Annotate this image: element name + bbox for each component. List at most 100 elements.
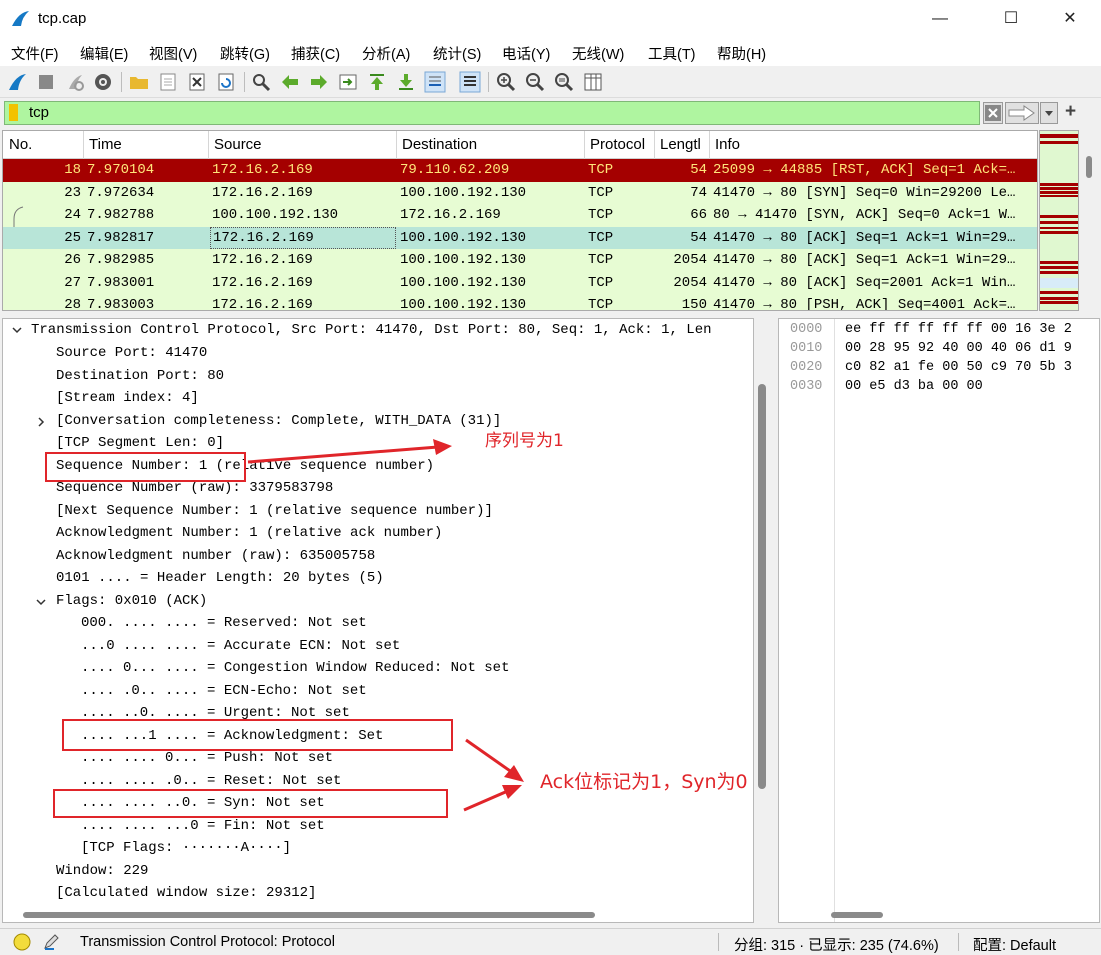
flag-fin-field[interactable]: .... .... ...0 = Fin: Not set: [81, 816, 325, 836]
collapse-chevron-icon[interactable]: [11, 324, 23, 336]
go-back-icon[interactable]: [279, 71, 301, 93]
colorize-icon[interactable]: [459, 71, 481, 93]
filter-bookmark-icon[interactable]: [9, 104, 18, 121]
save-file-icon[interactable]: [157, 71, 179, 93]
menu-capture[interactable]: 捕获(C): [291, 43, 340, 64]
zoom-out-icon[interactable]: [524, 71, 546, 93]
column-separator[interactable]: [208, 131, 209, 159]
menu-tools[interactable]: 工具(T): [648, 43, 696, 64]
capture-options-icon[interactable]: [92, 71, 114, 93]
find-packet-icon[interactable]: [250, 71, 272, 93]
minimize-button[interactable]: —: [925, 6, 955, 32]
destination-port-field[interactable]: Destination Port: 80: [56, 366, 224, 386]
packet-info: 41470 → 80 [SYN] Seq=0 Win=29200 Le…: [713, 184, 1016, 201]
column-separator[interactable]: [709, 131, 710, 159]
column-separator[interactable]: [83, 131, 84, 159]
packet-list: No. Time Source Destination Protocol Len…: [2, 130, 1038, 311]
tcp-protocol-tree-item[interactable]: Transmission Control Protocol, Src Port:…: [31, 320, 712, 340]
column-no[interactable]: No.: [9, 136, 32, 153]
flag-accurate-ecn-field[interactable]: ...0 .... .... = Accurate ECN: Not set: [81, 636, 400, 656]
stream-index-field[interactable]: [Stream index: 4]: [56, 388, 199, 408]
menu-file[interactable]: 文件(F): [11, 43, 59, 64]
flag-reserved-field[interactable]: 000. .... .... = Reserved: Not set: [81, 613, 367, 633]
packet-row[interactable]: 24 7.982788 100.100.192.130 172.16.2.169…: [3, 204, 1037, 227]
go-to-packet-icon[interactable]: [337, 71, 359, 93]
menu-statistics[interactable]: 统计(S): [433, 43, 481, 64]
add-filter-button[interactable]: +: [1065, 101, 1076, 123]
packet-row[interactable]: 27 7.983001 172.16.2.169 100.100.192.130…: [3, 271, 1037, 294]
window-field[interactable]: Window: 229: [56, 861, 148, 881]
hex-bytes[interactable]: c0 82 a1 fe 00 50 c9 70 5b 3: [845, 358, 1072, 378]
close-button[interactable]: ✕: [1055, 6, 1085, 32]
close-file-icon[interactable]: [186, 71, 208, 93]
menu-analyze[interactable]: 分析(A): [362, 43, 410, 64]
column-info[interactable]: Info: [715, 136, 740, 153]
acknowledgment-number-raw-field[interactable]: Acknowledgment number (raw): 635005758: [56, 546, 375, 566]
flags-tree-item[interactable]: Flags: 0x010 (ACK): [56, 591, 207, 611]
open-file-icon[interactable]: [128, 71, 150, 93]
normal-size-icon[interactable]: [553, 71, 575, 93]
autoscroll-icon[interactable]: [424, 71, 446, 93]
menu-telephony[interactable]: 电话(Y): [502, 43, 550, 64]
resize-columns-icon[interactable]: [582, 71, 604, 93]
header-length-field[interactable]: 0101 .... = Header Length: 20 bytes (5): [56, 568, 384, 588]
acknowledgment-number-field[interactable]: Acknowledgment Number: 1 (relative ack n…: [56, 523, 442, 543]
packet-list-scrollbar[interactable]: [1080, 130, 1100, 311]
menu-bar: 文件(F) 编辑(E) 视图(V) 跳转(G) 捕获(C) 分析(A) 统计(S…: [0, 38, 1101, 66]
column-separator[interactable]: [654, 131, 655, 159]
column-length[interactable]: Lengtl: [660, 136, 708, 153]
collapse-chevron-icon[interactable]: [35, 596, 47, 608]
display-filter-input[interactable]: tcp: [4, 101, 980, 125]
filter-history-dropdown[interactable]: [1040, 102, 1058, 124]
column-destination[interactable]: Destination: [402, 136, 477, 153]
expert-info-icon[interactable]: [13, 933, 31, 951]
stop-capture-icon[interactable]: [35, 71, 57, 93]
tcp-flags-summary-field[interactable]: [TCP Flags: ·······A····]: [81, 838, 291, 858]
status-profile[interactable]: 配置: Default: [973, 934, 1056, 955]
segment-len-field[interactable]: [TCP Segment Len: 0]: [56, 433, 224, 453]
zoom-in-icon[interactable]: [495, 71, 517, 93]
first-packet-icon[interactable]: [366, 71, 388, 93]
menu-help[interactable]: 帮助(H): [717, 43, 766, 64]
clear-filter-icon[interactable]: [983, 102, 1003, 124]
packet-row[interactable]: 26 7.982985 172.16.2.169 100.100.192.130…: [3, 249, 1037, 272]
flag-ecn-echo-field[interactable]: .... .0.. .... = ECN-Echo: Not set: [81, 681, 367, 701]
details-vscrollbar-thumb[interactable]: [758, 384, 766, 789]
column-time[interactable]: Time: [89, 136, 122, 153]
packet-row-selected[interactable]: 25 7.982817 172.16.2.169 100.100.192.130…: [3, 226, 1037, 249]
flag-push-field[interactable]: .... .... 0... = Push: Not set: [81, 748, 333, 768]
menu-edit[interactable]: 编辑(E): [80, 43, 128, 64]
maximize-button[interactable]: ☐: [996, 6, 1026, 32]
capture-comment-icon[interactable]: [42, 933, 60, 951]
column-source[interactable]: Source: [214, 136, 262, 153]
apply-filter-icon[interactable]: [1005, 102, 1039, 124]
go-forward-icon[interactable]: [308, 71, 330, 93]
column-separator[interactable]: [584, 131, 585, 159]
menu-view[interactable]: 视图(V): [149, 43, 197, 64]
column-protocol[interactable]: Protocol: [590, 136, 645, 153]
hex-bytes[interactable]: 00 28 95 92 40 00 40 06 d1 9: [845, 339, 1072, 359]
flag-reset-field[interactable]: .... .... .0.. = Reset: Not set: [81, 771, 341, 791]
scrollbar-thumb[interactable]: [1086, 156, 1092, 178]
reload-file-icon[interactable]: [215, 71, 237, 93]
bytes-hscrollbar-thumb[interactable]: [831, 912, 883, 918]
hex-bytes[interactable]: 00 e5 d3 ba 00 00: [845, 377, 983, 397]
column-separator[interactable]: [396, 131, 397, 159]
start-capture-icon[interactable]: [6, 71, 28, 93]
menu-wireless[interactable]: 无线(W): [572, 43, 624, 64]
restart-capture-icon[interactable]: [64, 71, 86, 93]
last-packet-icon[interactable]: [395, 71, 417, 93]
packet-row[interactable]: 18 7.970104 172.16.2.169 79.110.62.209 T…: [3, 159, 1037, 182]
calculated-window-size-field[interactable]: [Calculated window size: 29312]: [56, 883, 316, 903]
packet-minimap[interactable]: [1039, 130, 1079, 311]
packet-row[interactable]: 28 7.983003 172.16.2.169 100.100.192.130…: [3, 294, 1037, 310]
menu-go[interactable]: 跳转(G): [220, 43, 270, 64]
hex-bytes[interactable]: ee ff ff ff ff ff 00 16 3e 2: [845, 320, 1072, 340]
source-port-field[interactable]: Source Port: 41470: [56, 343, 207, 363]
next-sequence-number-field[interactable]: [Next Sequence Number: 1 (relative seque…: [56, 501, 493, 521]
details-hscrollbar-thumb[interactable]: [23, 912, 595, 918]
packet-row[interactable]: 23 7.972634 172.16.2.169 100.100.192.130…: [3, 181, 1037, 204]
conversation-completeness-field[interactable]: [Conversation completeness: Complete, WI…: [56, 411, 501, 431]
flag-cwr-field[interactable]: .... 0... .... = Congestion Window Reduc…: [81, 658, 509, 678]
expand-chevron-icon[interactable]: [35, 416, 47, 428]
